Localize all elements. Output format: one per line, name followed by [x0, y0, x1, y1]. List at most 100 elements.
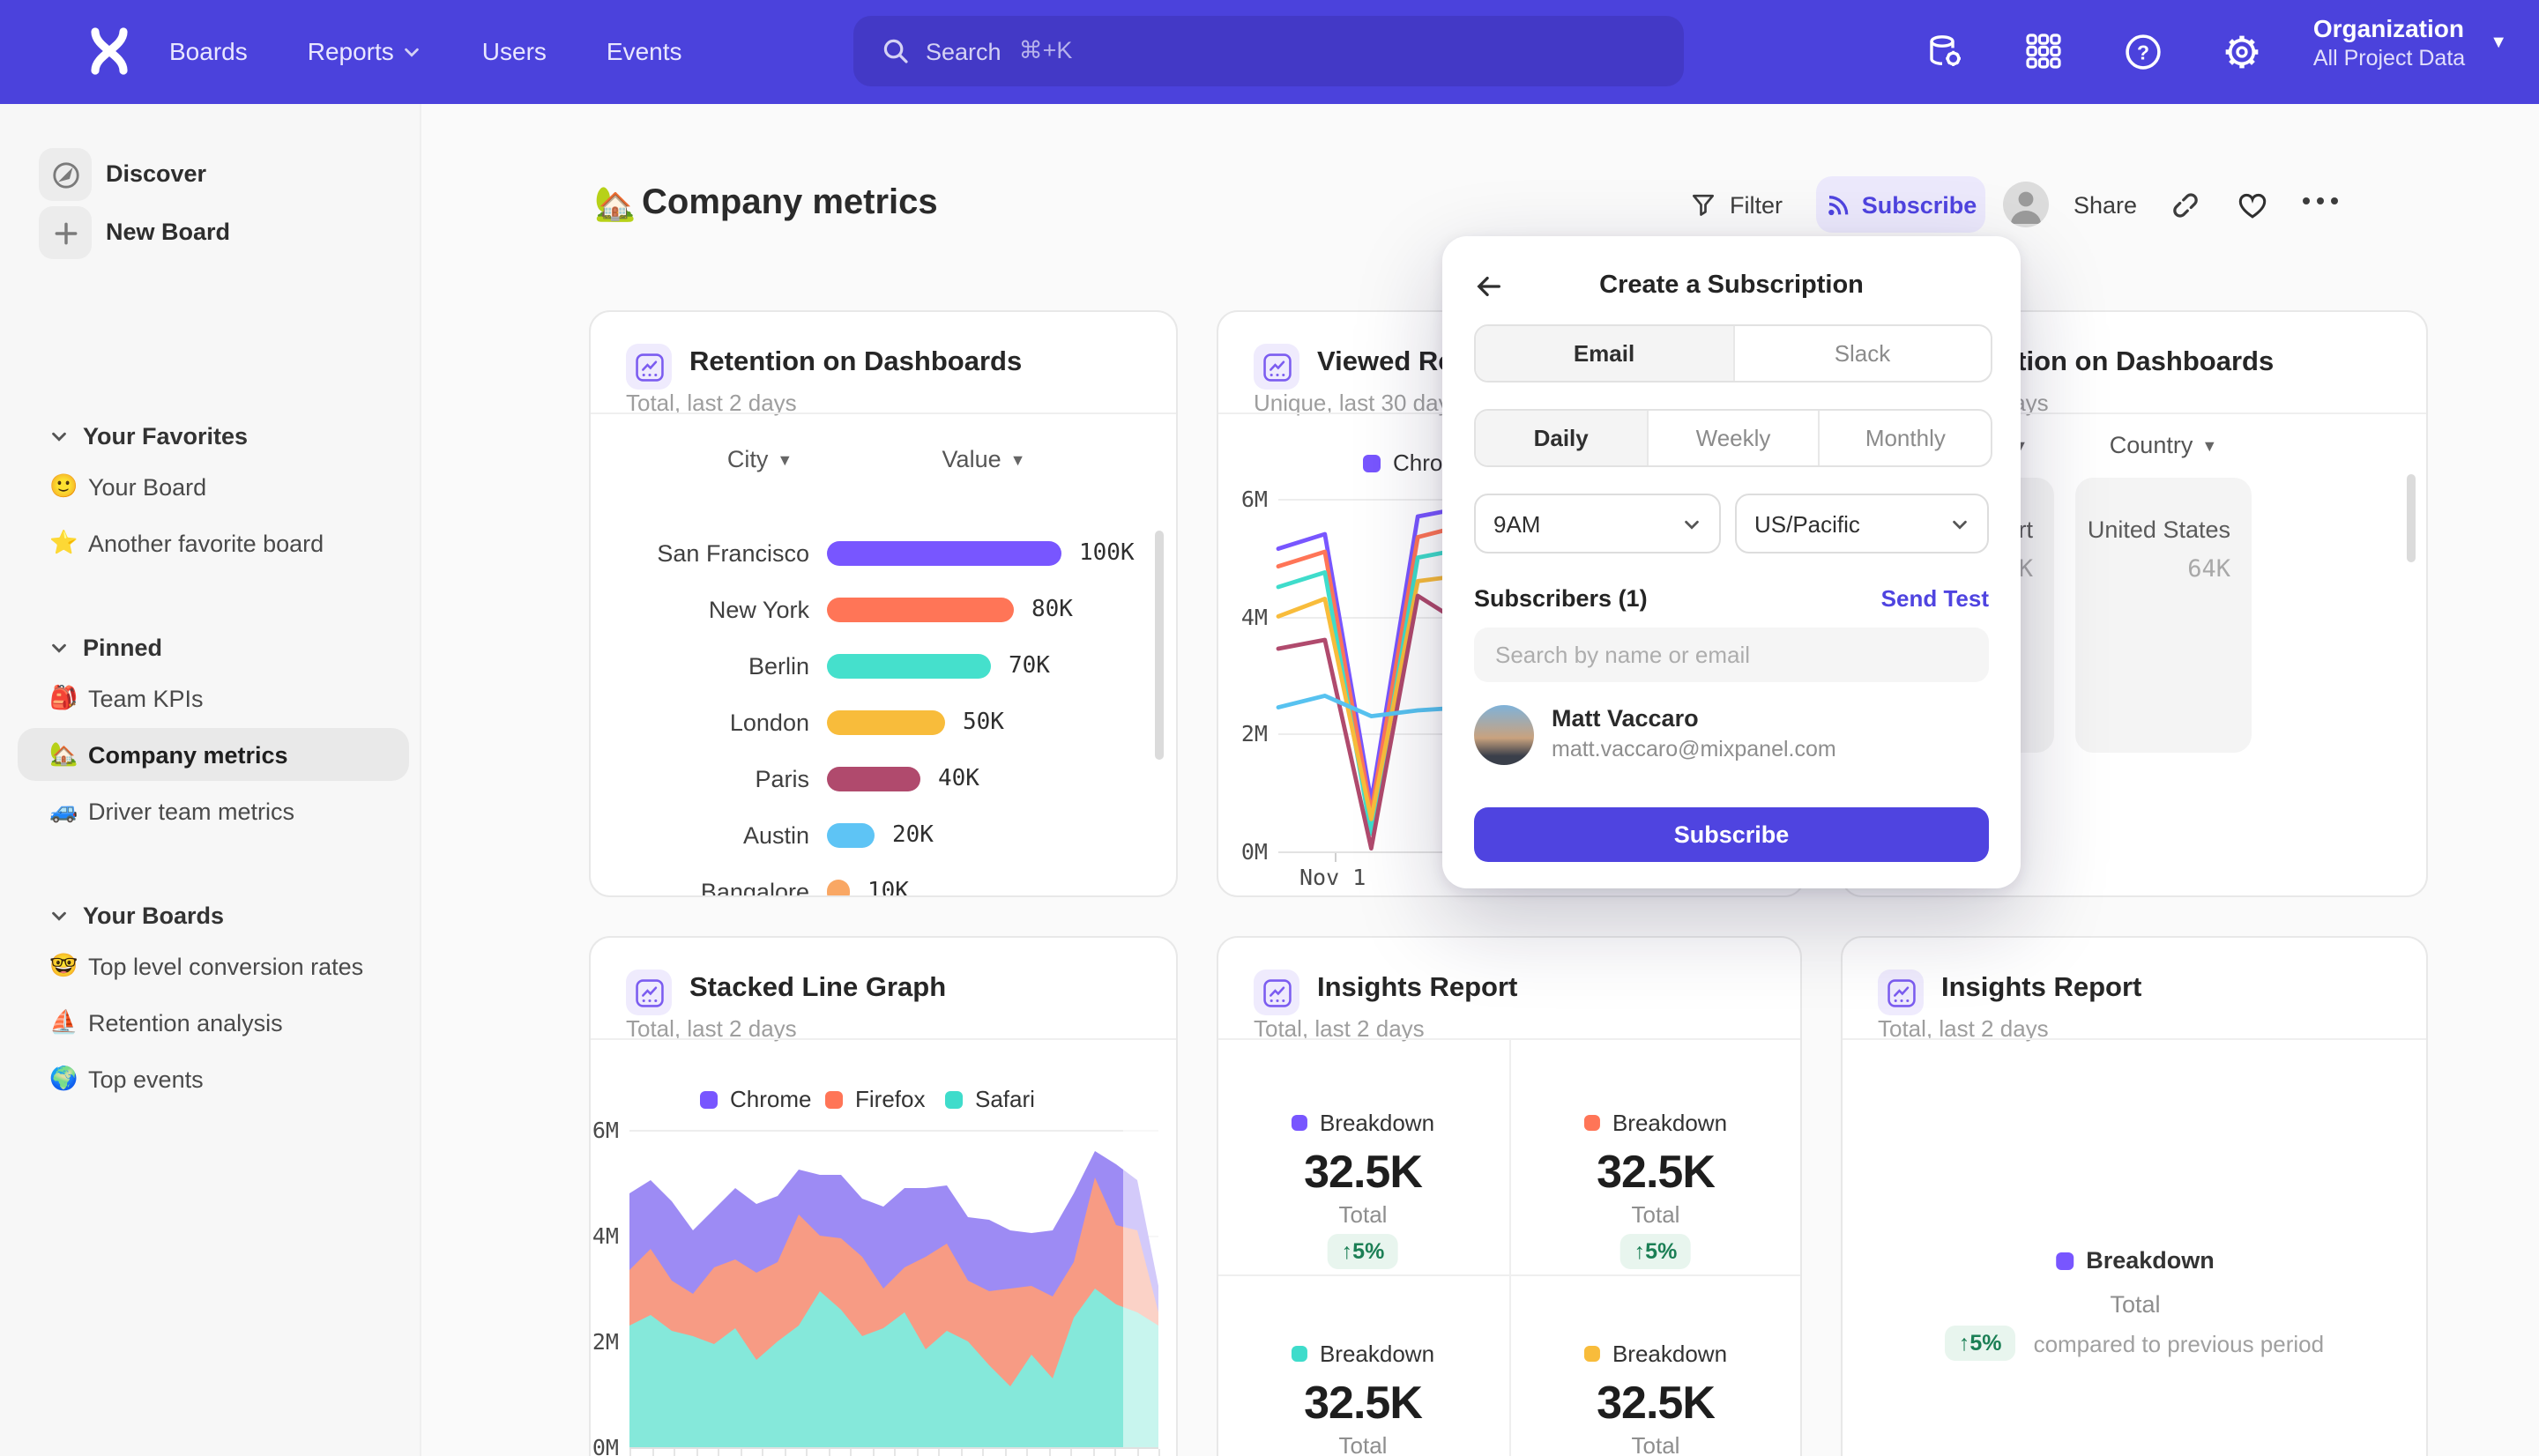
x-tick-mark	[740, 1449, 741, 1456]
nav-links: Boards Reports Users Events	[169, 0, 682, 104]
tab-weekly[interactable]: Weekly	[1648, 411, 1820, 465]
subscriber-search-input[interactable]	[1474, 628, 1989, 682]
nav-item-label: Boards	[169, 0, 248, 104]
x-tick-mark	[696, 1449, 697, 1456]
avatar[interactable]	[2003, 182, 2049, 227]
nav-item-label: Events	[607, 0, 682, 104]
tab-daily[interactable]: Daily	[1476, 411, 1648, 465]
x-tick-mark	[894, 1449, 896, 1456]
tab-email[interactable]: Email	[1476, 326, 1734, 381]
metric-value: 32.5K	[1597, 1376, 1715, 1430]
sidebar-item-label: Retention analysis	[88, 1009, 283, 1036]
legend-item-safari[interactable]: Safari	[945, 1086, 1035, 1112]
sidebar-section-pinned[interactable]: Pinned	[49, 622, 162, 672]
column-header-value[interactable]: Value▼	[942, 446, 1026, 472]
x-tick-mark	[718, 1449, 719, 1456]
legend-label: Safari	[975, 1086, 1035, 1112]
send-test-link[interactable]: Send Test	[1881, 585, 1989, 612]
x-tick-mark	[784, 1449, 786, 1456]
row-city-label: Bangalore	[589, 879, 809, 897]
bar-value: 80K	[1031, 597, 1073, 623]
nav-item-boards[interactable]: Boards	[169, 0, 248, 104]
time-value: 9AM	[1493, 510, 1540, 537]
subscribe-button[interactable]: Subscribe	[1816, 176, 1985, 233]
x-tick-mark	[916, 1449, 918, 1456]
timezone-select[interactable]: US/Pacific	[1735, 494, 1989, 553]
data-governance-icon[interactable]	[1922, 28, 1968, 74]
subscribe-label: Subscribe	[1862, 191, 1977, 218]
section-title: Pinned	[83, 634, 162, 660]
nav-item-label: Users	[482, 0, 547, 104]
more-options-icon[interactable]	[2303, 197, 2338, 204]
filter-button[interactable]: Filter	[1689, 190, 1783, 219]
report-chart-icon	[1878, 969, 1924, 1015]
card-title: Insights Report	[1941, 973, 2141, 1005]
settings-gear-icon[interactable]	[2218, 28, 2264, 74]
subscriber-email: matt.vaccaro@mixpanel.com	[1552, 737, 1836, 761]
channel-tabs: EmailSlack	[1474, 324, 1992, 383]
legend-item-chrome[interactable]: Chrome	[700, 1086, 812, 1112]
filter-label: Filter	[1730, 191, 1783, 218]
sidebar-item-your-board[interactable]: 🙂Your Board	[18, 460, 409, 513]
compass-icon	[39, 148, 92, 201]
sidebar-item-new-board[interactable]: New Board	[106, 206, 230, 259]
nav-item-users[interactable]: Users	[482, 0, 547, 104]
scrollbar[interactable]	[2407, 474, 2416, 562]
row-city-label: Berlin	[589, 653, 809, 680]
sidebar-item-team-kpis[interactable]: 🎒Team KPIs	[18, 672, 409, 724]
sidebar-item-retention-analysis[interactable]: ⛵Retention analysis	[18, 996, 409, 1049]
help-icon[interactable]: ?	[2119, 28, 2165, 74]
tab-monthly[interactable]: Monthly	[1820, 411, 1991, 465]
sidebar-item-label: Another favorite board	[88, 530, 324, 556]
sidebar-item-label: Top events	[88, 1066, 204, 1092]
sidebar-item-top-level-conversion-rates[interactable]: 🤓Top level conversion rates	[18, 940, 409, 992]
chevron-down-icon	[403, 42, 422, 62]
group-tile-country[interactable]: United States 64K	[2075, 478, 2252, 753]
y-tick-label: 4M	[1217, 604, 1268, 630]
sidebar-item-another-favorite-board[interactable]: ⭐Another favorite board	[18, 516, 409, 569]
legend-color-square	[1292, 1346, 1307, 1362]
legend-color-square	[1292, 1115, 1307, 1131]
search-input[interactable]: Search ⌘+K	[853, 16, 1684, 86]
time-select[interactable]: 9AM	[1474, 494, 1721, 553]
sidebar-section-your-boards[interactable]: Your Boards	[49, 890, 224, 940]
plus-icon	[39, 206, 92, 259]
tab-slack[interactable]: Slack	[1734, 326, 1991, 381]
copy-link-icon[interactable]	[2169, 189, 2202, 222]
board-emoji-icon: 🏡	[49, 740, 85, 769]
board-emoji: 🏡	[594, 183, 636, 226]
mixpanel-logo-icon[interactable]	[85, 26, 134, 76]
column-header-country[interactable]: Country▼	[2110, 432, 2217, 458]
bar-san-francisco	[827, 541, 1061, 566]
subscribe-submit-button[interactable]: Subscribe	[1474, 807, 1989, 862]
metric-legend: Breakdown	[1584, 1110, 1727, 1136]
metric-legend: Breakdown	[1584, 1341, 1727, 1367]
sidebar: Discover New Board Your Favorites 🙂Your B…	[0, 104, 421, 1456]
page-title: Company metrics	[642, 183, 938, 224]
section-title: Your Favorites	[83, 422, 248, 449]
card-title: Insights Report	[1317, 973, 1517, 1005]
column-header-city[interactable]: City▼	[727, 446, 793, 472]
x-tick-mark	[652, 1449, 653, 1456]
share-button[interactable]: Share	[2074, 192, 2137, 219]
metric-unit: Total	[1632, 1432, 1680, 1456]
apps-grid-icon[interactable]	[2021, 28, 2066, 74]
sidebar-section-your-favorites[interactable]: Your Favorites	[49, 411, 248, 460]
row-city-label: Paris	[589, 766, 809, 792]
scrollbar[interactable]	[1155, 531, 1164, 760]
org-switcher[interactable]: Organization All Project Data ▼	[2313, 14, 2507, 71]
metric-label: Breakdown	[1320, 1341, 1434, 1367]
sidebar-item-top-events[interactable]: 🌍Top events	[18, 1052, 409, 1105]
nav-item-reports[interactable]: Reports	[308, 0, 422, 104]
x-tick-mark	[806, 1449, 808, 1456]
sidebar-item-discover[interactable]: Discover	[106, 148, 206, 201]
favorite-heart-icon[interactable]	[2236, 189, 2269, 222]
sidebar-item-driver-team-metrics[interactable]: 🚙Driver team metrics	[18, 784, 409, 837]
nav-item-events[interactable]: Events	[607, 0, 682, 104]
delta-badge: ↑5%	[1620, 1234, 1692, 1269]
sidebar-item-company-metrics[interactable]: 🏡Company metrics	[18, 728, 409, 781]
chevron-down-icon	[1950, 514, 1969, 533]
chevron-down-icon	[1682, 514, 1701, 533]
legend-item-firefox[interactable]: Firefox	[825, 1086, 925, 1112]
x-tick-mark	[674, 1449, 675, 1456]
